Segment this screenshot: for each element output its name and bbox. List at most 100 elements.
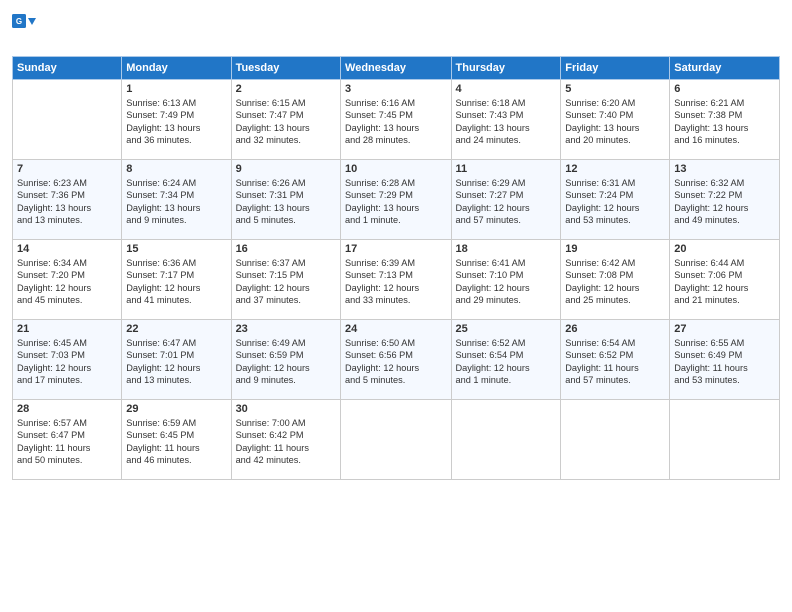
week-row-1: 1 Sunrise: 6:13 AM Sunset: 7:49 PM Daylig… [13,80,780,160]
day-number: 24 [345,323,446,335]
day-info: Sunrise: 6:39 AM Sunset: 7:13 PM Dayligh… [345,257,446,307]
day-number: 30 [236,403,336,415]
calendar-cell: 1 Sunrise: 6:13 AM Sunset: 7:49 PM Daylig… [122,80,231,160]
col-header-monday: Monday [122,57,231,80]
calendar-cell: 27Sunrise: 6:55 AM Sunset: 6:49 PM Dayli… [670,320,780,400]
day-number: 1 [126,83,226,95]
calendar-cell: 20 Sunrise: 6:44 AM Sunset: 7:06 PM Dayli… [670,240,780,320]
calendar-cell: 15 Sunrise: 6:36 AM Sunset: 7:17 PM Dayli… [122,240,231,320]
col-header-tuesday: Tuesday [231,57,340,80]
day-info: Sunrise: 6:47 AM Sunset: 7:01 PM Dayligh… [126,337,226,387]
calendar-cell: 3Sunrise: 6:16 AM Sunset: 7:45 PM Daylig… [341,80,451,160]
day-number: 14 [17,243,117,255]
calendar-cell: 6Sunrise: 6:21 AM Sunset: 7:38 PM Daylig… [670,80,780,160]
svg-text:G: G [16,17,22,26]
calendar-cell: 9 Sunrise: 6:26 AM Sunset: 7:31 PM Daylig… [231,160,340,240]
day-number: 11 [456,163,557,175]
week-row-5: 28 Sunrise: 6:57 AM Sunset: 6:47 PM Dayli… [13,400,780,480]
calendar-cell: 17Sunrise: 6:39 AM Sunset: 7:13 PM Dayli… [341,240,451,320]
day-number: 15 [126,243,226,255]
week-row-2: 7 Sunrise: 6:23 AM Sunset: 7:36 PM Daylig… [13,160,780,240]
day-number: 3 [345,83,446,95]
day-number: 13 [674,163,775,175]
calendar-cell: 21 Sunrise: 6:45 AM Sunset: 7:03 PM Dayli… [13,320,122,400]
day-info: Sunrise: 6:45 AM Sunset: 7:03 PM Dayligh… [17,337,117,387]
day-info: Sunrise: 6:36 AM Sunset: 7:17 PM Dayligh… [126,257,226,307]
day-info: Sunrise: 6:24 AM Sunset: 7:34 PM Dayligh… [126,177,226,227]
header: G [12,10,780,48]
day-info: Sunrise: 6:57 AM Sunset: 6:47 PM Dayligh… [17,417,117,467]
day-number: 4 [456,83,557,95]
day-number: 9 [236,163,336,175]
day-info: Sunrise: 6:20 AM Sunset: 7:40 PM Dayligh… [565,97,665,147]
day-info: Sunrise: 6:31 AM Sunset: 7:24 PM Dayligh… [565,177,665,227]
day-number: 7 [17,163,117,175]
calendar-cell [670,400,780,480]
col-header-wednesday: Wednesday [341,57,451,80]
day-info: Sunrise: 6:52 AM Sunset: 6:54 PM Dayligh… [456,337,557,387]
calendar-cell [451,400,561,480]
calendar-cell: 28 Sunrise: 6:57 AM Sunset: 6:47 PM Dayli… [13,400,122,480]
day-number: 16 [236,243,336,255]
logo-icon: G [12,14,36,28]
day-number: 8 [126,163,226,175]
calendar-cell [561,400,670,480]
day-info: Sunrise: 6:49 AM Sunset: 6:59 PM Dayligh… [236,337,336,387]
week-row-4: 21 Sunrise: 6:45 AM Sunset: 7:03 PM Dayli… [13,320,780,400]
day-number: 29 [126,403,226,415]
day-number: 10 [345,163,446,175]
calendar-body: 1 Sunrise: 6:13 AM Sunset: 7:49 PM Daylig… [13,80,780,480]
calendar-cell: 16Sunrise: 6:37 AM Sunset: 7:15 PM Dayli… [231,240,340,320]
calendar-cell: 22 Sunrise: 6:47 AM Sunset: 7:01 PM Dayli… [122,320,231,400]
day-number: 19 [565,243,665,255]
calendar-cell: 14 Sunrise: 6:34 AM Sunset: 7:20 PM Dayli… [13,240,122,320]
day-info: Sunrise: 6:15 AM Sunset: 7:47 PM Dayligh… [236,97,336,147]
day-number: 12 [565,163,665,175]
day-info: Sunrise: 6:26 AM Sunset: 7:31 PM Dayligh… [236,177,336,227]
col-header-thursday: Thursday [451,57,561,80]
calendar-cell: 11 Sunrise: 6:29 AM Sunset: 7:27 PM Dayli… [451,160,561,240]
calendar-cell: 23Sunrise: 6:49 AM Sunset: 6:59 PM Dayli… [231,320,340,400]
day-info: Sunrise: 6:44 AM Sunset: 7:06 PM Dayligh… [674,257,775,307]
calendar-header-row: SundayMondayTuesdayWednesdayThursdayFrid… [13,57,780,80]
day-number: 2 [236,83,336,95]
calendar-cell: 8 Sunrise: 6:24 AM Sunset: 7:34 PM Daylig… [122,160,231,240]
day-info: Sunrise: 6:34 AM Sunset: 7:20 PM Dayligh… [17,257,117,307]
day-number: 18 [456,243,557,255]
calendar-cell: 10 Sunrise: 6:28 AM Sunset: 7:29 PM Dayli… [341,160,451,240]
calendar-cell [13,80,122,160]
col-header-sunday: Sunday [13,57,122,80]
day-info: Sunrise: 6:13 AM Sunset: 7:49 PM Dayligh… [126,97,226,147]
day-number: 5 [565,83,665,95]
calendar-cell: 24Sunrise: 6:50 AM Sunset: 6:56 PM Dayli… [341,320,451,400]
day-number: 22 [126,323,226,335]
day-number: 28 [17,403,117,415]
calendar-cell: 7 Sunrise: 6:23 AM Sunset: 7:36 PM Daylig… [13,160,122,240]
calendar-cell: 30 Sunrise: 7:00 AM Sunset: 6:42 PM Dayli… [231,400,340,480]
day-number: 20 [674,243,775,255]
day-info: Sunrise: 6:23 AM Sunset: 7:36 PM Dayligh… [17,177,117,227]
logo: G [12,14,36,48]
calendar-cell: 26Sunrise: 6:54 AM Sunset: 6:52 PM Dayli… [561,320,670,400]
calendar-cell: 4 Sunrise: 6:18 AM Sunset: 7:43 PM Daylig… [451,80,561,160]
calendar-table: SundayMondayTuesdayWednesdayThursdayFrid… [12,56,780,480]
day-info: Sunrise: 6:21 AM Sunset: 7:38 PM Dayligh… [674,97,775,147]
day-info: Sunrise: 6:32 AM Sunset: 7:22 PM Dayligh… [674,177,775,227]
week-row-3: 14 Sunrise: 6:34 AM Sunset: 7:20 PM Dayli… [13,240,780,320]
calendar-cell: 19Sunrise: 6:42 AM Sunset: 7:08 PM Dayli… [561,240,670,320]
day-info: Sunrise: 6:28 AM Sunset: 7:29 PM Dayligh… [345,177,446,227]
col-header-saturday: Saturday [670,57,780,80]
calendar-cell: 29 Sunrise: 6:59 AM Sunset: 6:45 PM Dayli… [122,400,231,480]
calendar-container: G SundayMondayTuesdayWednesdayThursdayFr… [0,0,792,488]
day-number: 26 [565,323,665,335]
day-number: 21 [17,323,117,335]
day-info: Sunrise: 6:18 AM Sunset: 7:43 PM Dayligh… [456,97,557,147]
calendar-cell: 5 Sunrise: 6:20 AM Sunset: 7:40 PM Daylig… [561,80,670,160]
day-info: Sunrise: 7:00 AM Sunset: 6:42 PM Dayligh… [236,417,336,467]
day-number: 27 [674,323,775,335]
day-info: Sunrise: 6:59 AM Sunset: 6:45 PM Dayligh… [126,417,226,467]
day-number: 25 [456,323,557,335]
day-info: Sunrise: 6:29 AM Sunset: 7:27 PM Dayligh… [456,177,557,227]
calendar-cell: 25 Sunrise: 6:52 AM Sunset: 6:54 PM Dayli… [451,320,561,400]
calendar-cell: 13 Sunrise: 6:32 AM Sunset: 7:22 PM Dayli… [670,160,780,240]
